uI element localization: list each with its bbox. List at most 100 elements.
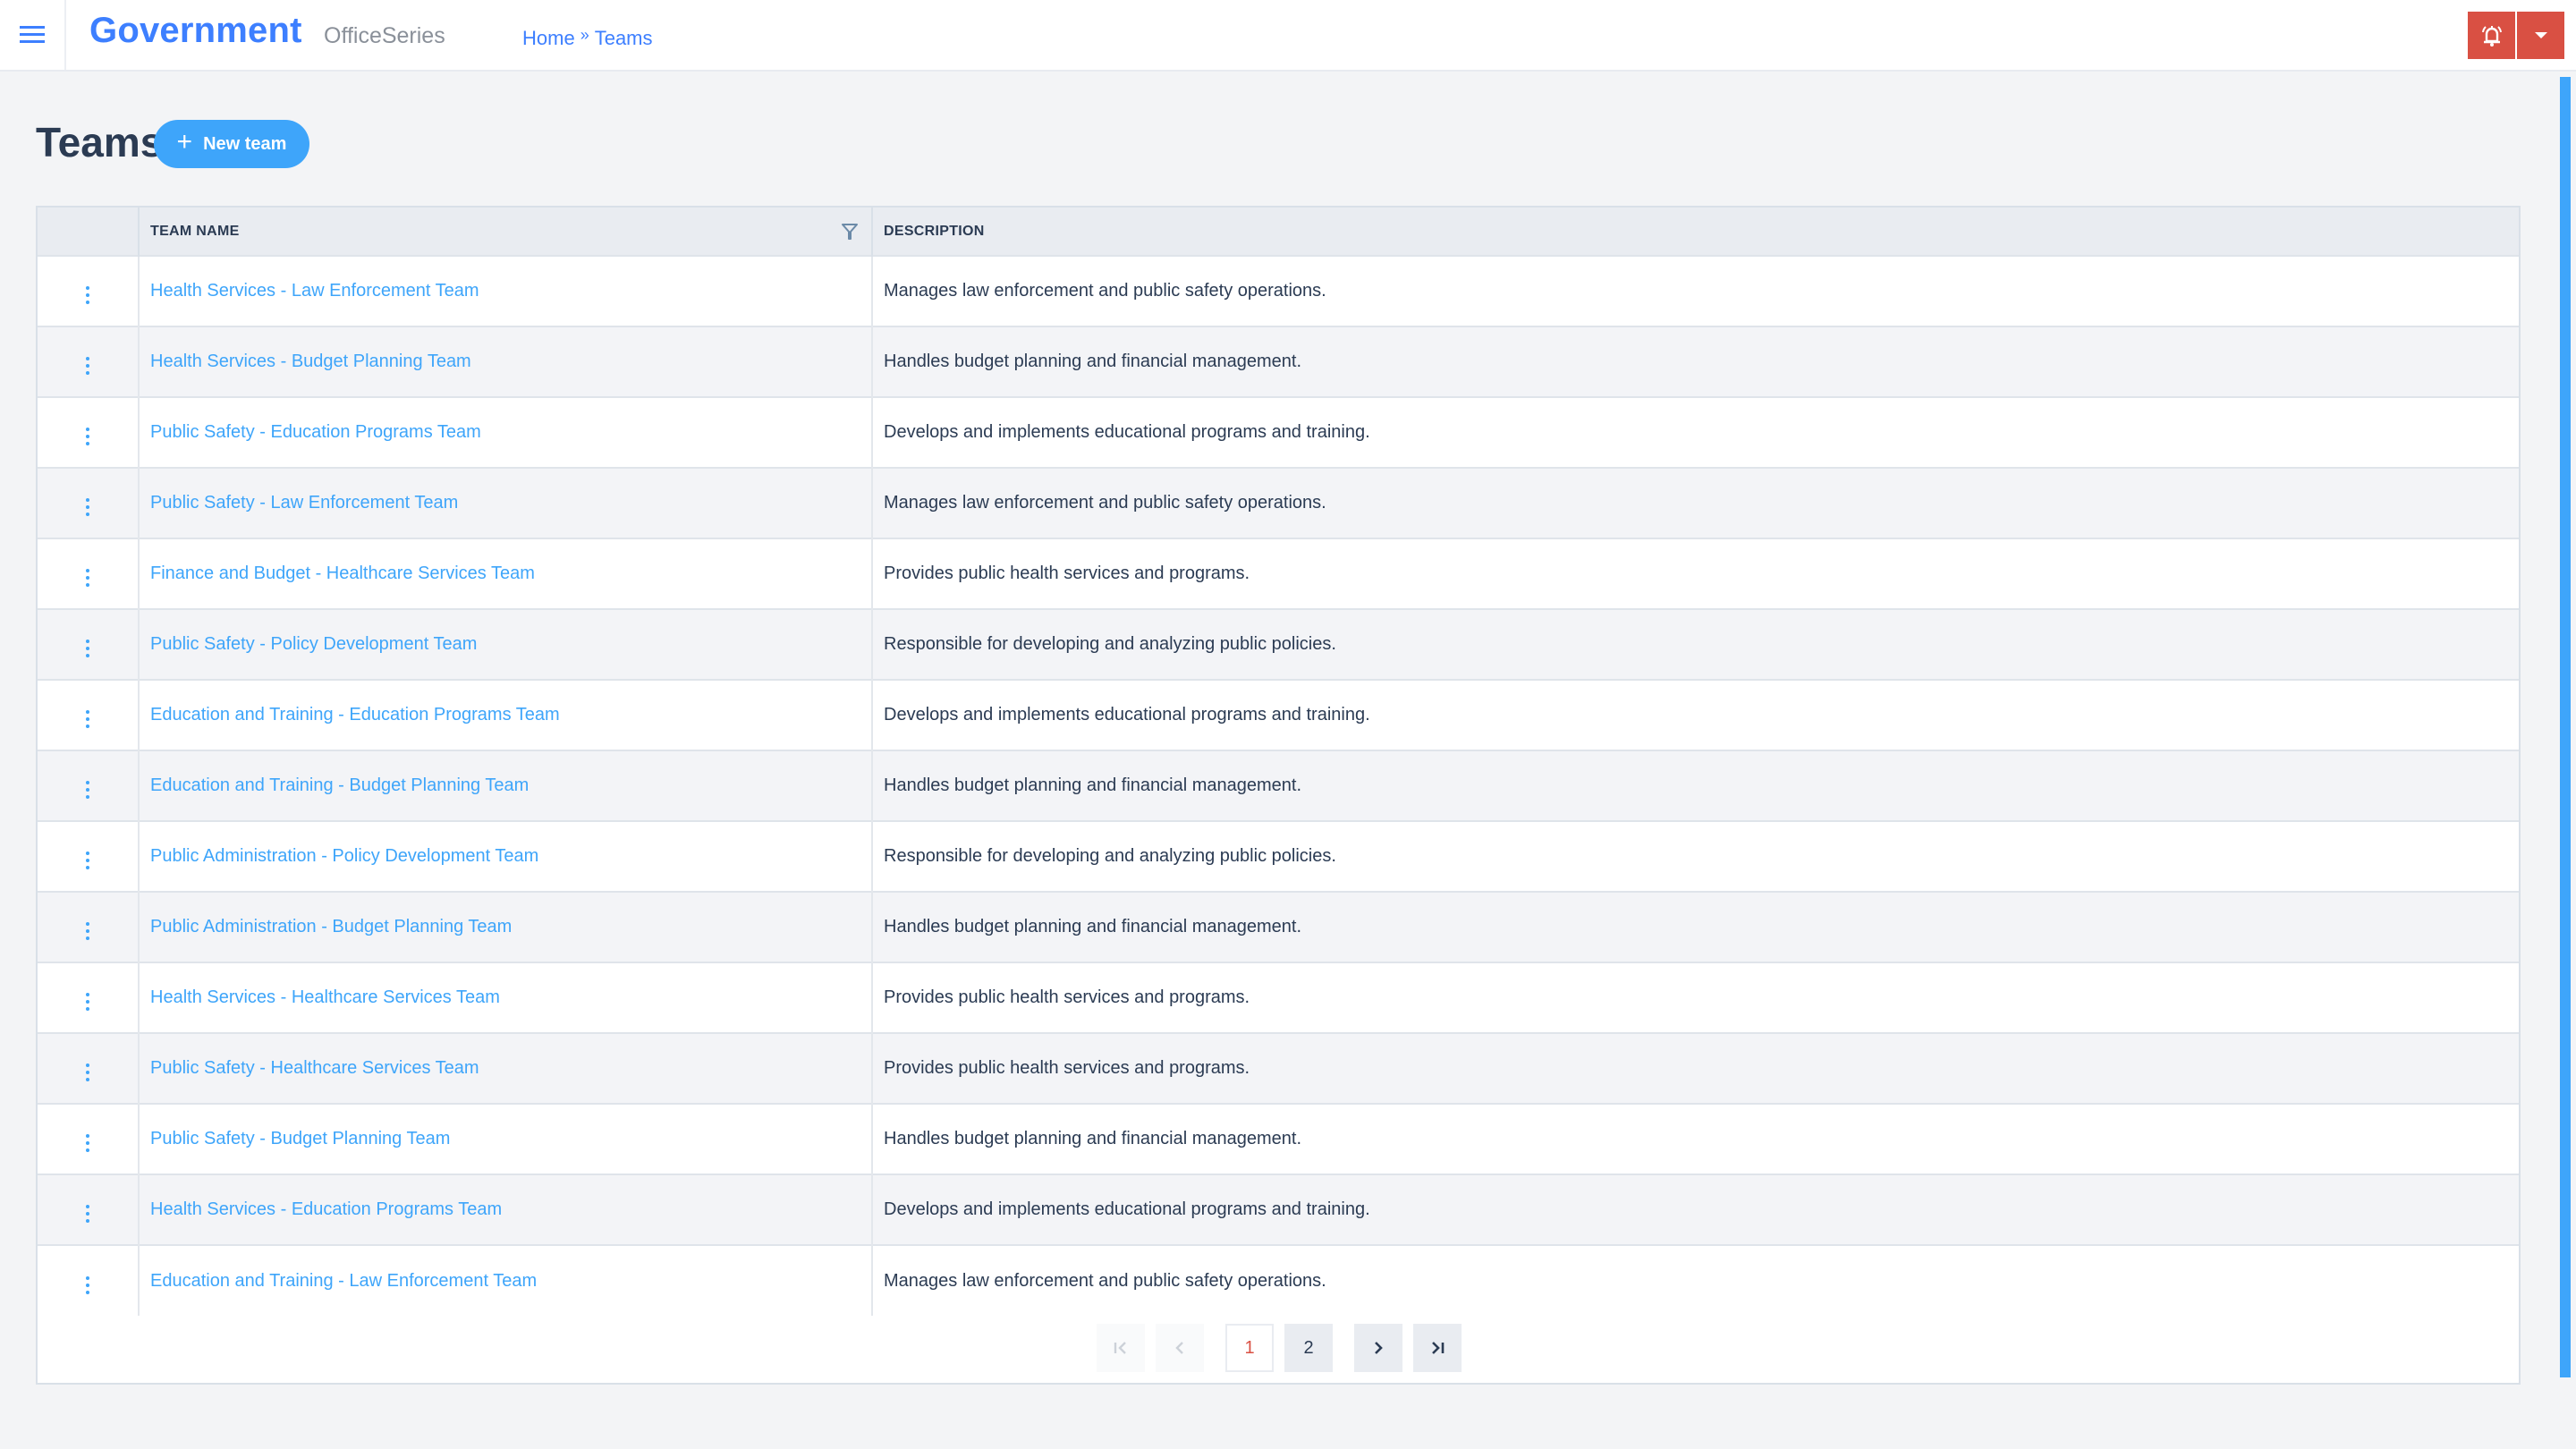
chevron-left-icon xyxy=(1175,1342,1183,1354)
team-description-cell: Handles budget planning and financial ma… xyxy=(884,352,1302,371)
table-row: Health Services - Education Programs Tea… xyxy=(38,1174,2519,1245)
breadcrumb-home[interactable]: Home xyxy=(522,27,575,50)
menu-button[interactable] xyxy=(0,0,66,70)
column-header-actions xyxy=(38,208,140,256)
team-name-link[interactable]: Public Administration - Budget Planning … xyxy=(150,917,512,936)
table-row: Health Services - Law Enforcement Team Ma… xyxy=(38,256,2519,326)
team-name-cell: Public Safety - Healthcare Services Team xyxy=(139,1033,873,1104)
team-description-cell: Develops and implements educational prog… xyxy=(884,1199,1370,1219)
column-header-team-name[interactable]: TEAM NAME xyxy=(139,208,873,256)
team-name-link[interactable]: Public Safety - Law Enforcement Team xyxy=(150,493,458,513)
more-vertical-icon[interactable] xyxy=(79,1060,97,1085)
team-description-cell: Handles budget planning and financial ma… xyxy=(884,775,1302,795)
more-vertical-icon[interactable] xyxy=(79,919,97,944)
more-vertical-icon[interactable] xyxy=(79,848,97,873)
page-1-button[interactable]: 1 xyxy=(1225,1324,1274,1372)
team-name-cell: Education and Training - Law Enforcement… xyxy=(139,1245,873,1316)
team-name-link[interactable]: Education and Training - Budget Planning… xyxy=(150,775,529,795)
table-header-row: TEAM NAME DESCRIPTION xyxy=(38,208,2519,256)
table-row: Education and Training - Budget Planning… xyxy=(38,750,2519,821)
team-name-link[interactable]: Public Safety - Healthcare Services Team xyxy=(150,1058,479,1078)
alerts-button[interactable] xyxy=(2468,12,2515,59)
team-name-link[interactable]: Public Safety - Budget Planning Team xyxy=(150,1129,450,1148)
table-row: Education and Training - Law Enforcement… xyxy=(38,1245,2519,1316)
team-name-link[interactable]: Public Safety - Policy Development Team xyxy=(150,634,477,654)
last-page-icon xyxy=(1432,1342,1445,1354)
plus-icon: + xyxy=(176,127,193,157)
product-name: OfficeSeries xyxy=(324,23,445,48)
team-name-link[interactable]: Education and Training - Education Progr… xyxy=(150,705,560,724)
table-body: Health Services - Law Enforcement Team Ma… xyxy=(38,256,2519,1316)
chevron-right-icon xyxy=(1375,1342,1383,1354)
hamburger-menu-icon xyxy=(20,26,45,44)
breadcrumb-teams[interactable]: Teams xyxy=(595,27,653,50)
row-actions-cell xyxy=(38,609,140,680)
teams-table: TEAM NAME DESCRIPTION Health Services - … xyxy=(38,208,2519,1316)
more-vertical-icon[interactable] xyxy=(79,283,97,308)
last-page-button[interactable] xyxy=(1413,1324,1462,1372)
brand-title: Government xyxy=(89,11,302,50)
team-name-cell: Public Administration - Budget Planning … xyxy=(139,892,873,962)
team-description-cell: Handles budget planning and financial ma… xyxy=(884,1129,1302,1148)
row-actions-cell xyxy=(38,1245,140,1316)
caret-down-icon xyxy=(2534,32,2547,38)
team-name-cell: Education and Training - Budget Planning… xyxy=(139,750,873,821)
table-row: Public Safety - Policy Development Team R… xyxy=(38,609,2519,680)
team-name-cell: Public Safety - Law Enforcement Team xyxy=(139,468,873,538)
table-row: Public Administration - Budget Planning … xyxy=(38,892,2519,962)
more-vertical-icon[interactable] xyxy=(79,1273,97,1298)
more-vertical-icon[interactable] xyxy=(79,1201,97,1226)
team-description-cell: Provides public health services and prog… xyxy=(884,1058,1250,1078)
more-vertical-icon[interactable] xyxy=(79,1131,97,1156)
team-name-link[interactable]: Public Safety - Education Programs Team xyxy=(150,422,481,442)
more-vertical-icon[interactable] xyxy=(79,636,97,661)
team-name-link[interactable]: Health Services - Budget Planning Team xyxy=(150,352,471,371)
team-name-link[interactable]: Health Services - Education Programs Tea… xyxy=(150,1199,502,1219)
vertical-scrollbar[interactable] xyxy=(2560,77,2571,1377)
table-row: Public Safety - Budget Planning Team Hand… xyxy=(38,1104,2519,1174)
first-page-button[interactable] xyxy=(1097,1324,1145,1372)
row-actions-cell xyxy=(38,680,140,750)
new-team-button[interactable]: + New team xyxy=(154,120,309,168)
row-actions-cell xyxy=(38,1104,140,1174)
more-vertical-icon[interactable] xyxy=(79,424,97,449)
filter-icon[interactable] xyxy=(841,222,859,242)
more-vertical-icon[interactable] xyxy=(79,707,97,732)
team-name-link[interactable]: Finance and Budget - Healthcare Services… xyxy=(150,564,535,583)
row-actions-cell xyxy=(38,1174,140,1245)
table-row: Public Safety - Law Enforcement Team Mana… xyxy=(38,468,2519,538)
more-vertical-icon[interactable] xyxy=(79,353,97,378)
next-page-button[interactable] xyxy=(1354,1324,1402,1372)
team-description-cell: Responsible for developing and analyzing… xyxy=(884,846,1336,866)
more-vertical-icon[interactable] xyxy=(79,777,97,802)
team-description-cell: Provides public health services and prog… xyxy=(884,564,1250,583)
more-vertical-icon[interactable] xyxy=(79,565,97,590)
breadcrumb-separator: » xyxy=(580,25,589,44)
team-name-cell: Public Safety - Education Programs Team xyxy=(139,397,873,468)
account-dropdown-button[interactable] xyxy=(2517,12,2564,59)
team-name-link[interactable]: Education and Training - Law Enforcement… xyxy=(150,1271,537,1291)
team-name-cell: Health Services - Law Enforcement Team xyxy=(139,256,873,326)
row-actions-cell xyxy=(38,1033,140,1104)
previous-page-button[interactable] xyxy=(1156,1324,1204,1372)
more-vertical-icon[interactable] xyxy=(79,495,97,520)
row-actions-cell xyxy=(38,397,140,468)
more-vertical-icon[interactable] xyxy=(79,989,97,1014)
team-name-link[interactable]: Public Administration - Policy Developme… xyxy=(150,846,538,866)
table-row: Public Administration - Policy Developme… xyxy=(38,821,2519,892)
row-actions-cell xyxy=(38,326,140,397)
team-name-cell: Public Administration - Policy Developme… xyxy=(139,821,873,892)
team-name-link[interactable]: Health Services - Law Enforcement Team xyxy=(150,281,479,301)
team-name-cell: Finance and Budget - Healthcare Services… xyxy=(139,538,873,609)
top-bar: Government OfficeSeries Home » Teams xyxy=(0,0,2576,72)
row-actions-cell xyxy=(38,468,140,538)
team-name-cell: Public Safety - Policy Development Team xyxy=(139,609,873,680)
alert-button-group xyxy=(2468,12,2564,59)
table-row: Health Services - Healthcare Services Te… xyxy=(38,962,2519,1033)
page-2-button[interactable]: 2 xyxy=(1284,1324,1333,1372)
team-name-link[interactable]: Health Services - Healthcare Services Te… xyxy=(150,987,500,1007)
team-name-cell: Health Services - Budget Planning Team xyxy=(139,326,873,397)
table-row: Finance and Budget - Healthcare Services… xyxy=(38,538,2519,609)
new-team-label: New team xyxy=(203,133,287,154)
breadcrumb: Home » Teams xyxy=(522,25,653,50)
